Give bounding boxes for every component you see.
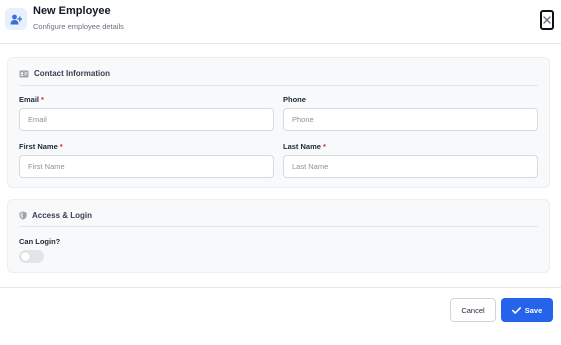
phone-label: Phone (283, 95, 306, 104)
id-card-icon (19, 70, 29, 77)
toggle-knob (21, 252, 30, 261)
footer-divider (0, 287, 561, 288)
close-button[interactable] (540, 10, 554, 30)
last-name-label: Last Name * (283, 142, 326, 151)
cancel-button[interactable]: Cancel (450, 298, 496, 322)
required-marker: * (59, 142, 63, 151)
save-button-label: Save (524, 305, 543, 315)
section-divider (19, 85, 538, 86)
can-login-toggle[interactable] (19, 250, 44, 263)
access-section-title: Access & Login (32, 211, 93, 220)
can-login-label: Can Login? (19, 237, 61, 246)
contact-information-section: Contact Information Email* Phone First N… (7, 57, 550, 188)
check-icon (511, 306, 521, 314)
save-button[interactable]: Save (501, 298, 553, 322)
required-marker: * (322, 142, 326, 151)
required-marker: * (41, 95, 44, 104)
dialog-subtitle: Configure employee details (33, 22, 124, 31)
first-name-label: First Name * (19, 142, 63, 151)
access-section-header: Access & Login (19, 211, 92, 220)
phone-input[interactable] (283, 108, 538, 131)
contact-section-title: Contact Information (34, 69, 110, 78)
email-input[interactable] (19, 108, 274, 131)
first-name-input[interactable] (19, 155, 274, 178)
contact-section-header: Contact Information (19, 69, 110, 78)
section-divider (19, 226, 538, 227)
last-name-input[interactable] (283, 155, 538, 178)
dialog-title: New Employee (33, 5, 111, 17)
shield-icon (19, 211, 27, 220)
user-plus-icon (5, 8, 27, 30)
email-label: Email * (19, 95, 44, 104)
close-icon (543, 16, 551, 24)
dialog-header: New Employee Configure employee details (0, 0, 561, 44)
access-login-section: Access & Login Can Login? (7, 199, 550, 273)
